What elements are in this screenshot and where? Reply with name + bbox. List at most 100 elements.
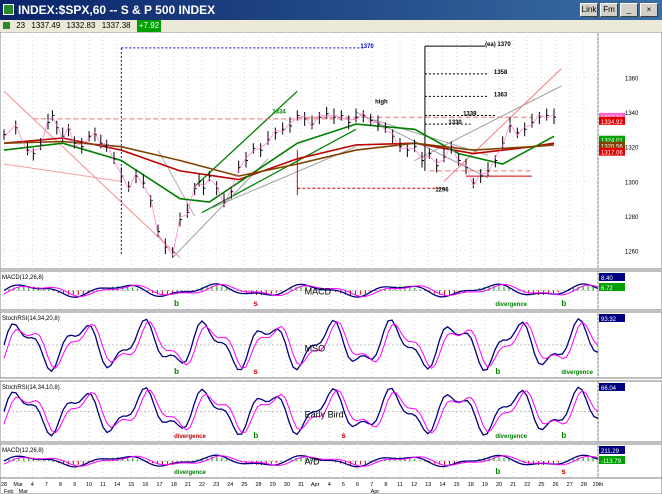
x-tick-label: 26 [553, 482, 559, 488]
indicator-annotation: b [495, 367, 500, 376]
indicator-annotation: divergence [561, 370, 593, 376]
x-tick-label: 19 [482, 482, 488, 488]
x-tick-label: 16 [142, 482, 148, 488]
x-tick-label: 22 [524, 482, 530, 488]
price-annotation: 1330 [448, 120, 462, 126]
x-tick-label: 24 [227, 482, 233, 488]
y-tick-label: 1300 [625, 180, 639, 186]
indicator-annotation: b [561, 431, 566, 440]
indicator-annotation: b [561, 299, 566, 308]
x-tick-label: 15 [128, 482, 134, 488]
x-axis-month-label: Feb [4, 489, 13, 494]
x-tick-label: 22 [199, 482, 205, 488]
x-tick-label: 13 [425, 482, 431, 488]
y-tick-label: 1260 [625, 250, 639, 256]
indicator-label: MSO [305, 344, 326, 354]
indicator-label: A/D [305, 456, 321, 466]
y-tick-label: 1360 [625, 76, 639, 82]
x-tick-label: 29th [593, 482, 604, 488]
x-axis-month-label: Mar [19, 489, 29, 494]
x-tick-label: 31 [298, 482, 304, 488]
price-annotation: 1363 [494, 92, 508, 98]
x-tick-label: 8 [59, 482, 62, 488]
x-tick-label: Mar [13, 482, 23, 488]
x-tick-label: 10 [86, 482, 92, 488]
x-tick-label: 4 [31, 482, 34, 488]
x-tick-label: 7 [370, 482, 373, 488]
indicator-label: Early Bird [305, 410, 344, 420]
format-button[interactable]: Fm [600, 3, 618, 17]
x-tick-label: 4 [328, 482, 331, 488]
quote-last: 1337.38 [101, 21, 131, 30]
indicator-annotation: divergence [495, 302, 527, 308]
price-annotation: 1358 [494, 70, 508, 76]
indicator-annotation: b [495, 467, 500, 476]
x-tick-label: 9 [73, 482, 76, 488]
x-tick-label: 20 [496, 482, 502, 488]
window-title-bar[interactable]: INDEX:$SPX,60 -- S & P 500 INDEX Link Fm… [0, 0, 662, 20]
indicator-readout: 93.32 [601, 317, 617, 323]
x-tick-label: 11 [100, 482, 106, 488]
indicator-name: MACD(12,26,8) [2, 275, 44, 281]
x-tick-label: 5 [342, 482, 345, 488]
x-tick-label: 28 [256, 482, 262, 488]
quote-change: +7.92 [136, 20, 162, 32]
indicator-annotation: divergence [174, 470, 206, 476]
price-marker-label: 1334.92 [601, 120, 623, 126]
x-tick-label: 6 [356, 482, 359, 488]
indicator-label: MACD [305, 286, 332, 296]
x-tick-label: 28 [1, 482, 7, 488]
indicator-readout: -113.79 [601, 459, 622, 465]
x-tick-label: 17 [157, 482, 163, 488]
quote-interval: 23 [16, 21, 26, 30]
indicator-name: StochRSI(14,34,10,8) [2, 385, 60, 391]
x-axis-month-label: Apr [371, 489, 380, 494]
chart-window: INDEX:$SPX,60 -- S & P 500 INDEX Link Fm… [0, 0, 662, 494]
x-tick-label: 14 [114, 482, 120, 488]
y-tick-label: 1340 [625, 111, 639, 117]
y-tick-label: 1320 [625, 146, 639, 152]
x-tick-label: Apr [311, 482, 320, 488]
close-button[interactable]: × [640, 3, 658, 17]
x-tick-label: 25 [241, 482, 247, 488]
indicator-name: StochRSI(14,34,20,8) [2, 316, 60, 322]
x-tick-label: 23 [213, 482, 219, 488]
chart-area[interactable]: 12601280130013201340136013701334high(ea)… [0, 32, 662, 494]
price-annotation: high [375, 99, 388, 105]
price-annotation: 1339 [463, 111, 477, 117]
indicator-readout: 211.29 [601, 449, 620, 455]
y-tick-label: 1280 [625, 215, 639, 221]
indicator-annotation: b [174, 299, 179, 308]
app-icon [3, 4, 14, 15]
price-marker-label: 1317.06 [601, 151, 623, 157]
indicator-name: MACD(12,26,8) [2, 448, 44, 454]
x-tick-label: 18 [171, 482, 177, 488]
x-tick-label: 29 [270, 482, 276, 488]
link-button[interactable]: Link [580, 3, 598, 17]
price-annotation: 1370 [360, 44, 374, 50]
price-annotation: 1334 [272, 110, 286, 116]
price-annotation: (ea) 1370 [485, 42, 511, 48]
quote-high: 1337.49 [31, 21, 61, 30]
x-tick-label: 15 [454, 482, 460, 488]
x-tick-label: 25 [538, 482, 544, 488]
indicator-readout: 6.72 [601, 286, 613, 292]
indicator-readout: 66.04 [601, 386, 617, 392]
indicator-annotation: b [253, 431, 258, 440]
x-tick-label: 12 [411, 482, 417, 488]
quote-low: 1332.83 [66, 21, 96, 30]
indicator-annotation: s [561, 467, 566, 476]
minimize-button[interactable]: _ [620, 3, 638, 17]
indicator-annotation: s [253, 367, 258, 376]
x-tick-label: 21 [185, 482, 191, 488]
indicator-annotation: s [341, 431, 346, 440]
indicator-annotation: divergence [495, 434, 527, 440]
indicator-annotation: divergence [174, 434, 206, 440]
x-tick-label: 18 [468, 482, 474, 488]
x-tick-label: 28 [581, 482, 587, 488]
price-annotation: 1296 [435, 188, 449, 194]
window-title: INDEX:$SPX,60 -- S & P 500 INDEX [18, 3, 216, 17]
indicator-readout: 8.40 [601, 276, 613, 282]
x-tick-label: 7 [45, 482, 48, 488]
x-tick-label: 27 [567, 482, 573, 488]
